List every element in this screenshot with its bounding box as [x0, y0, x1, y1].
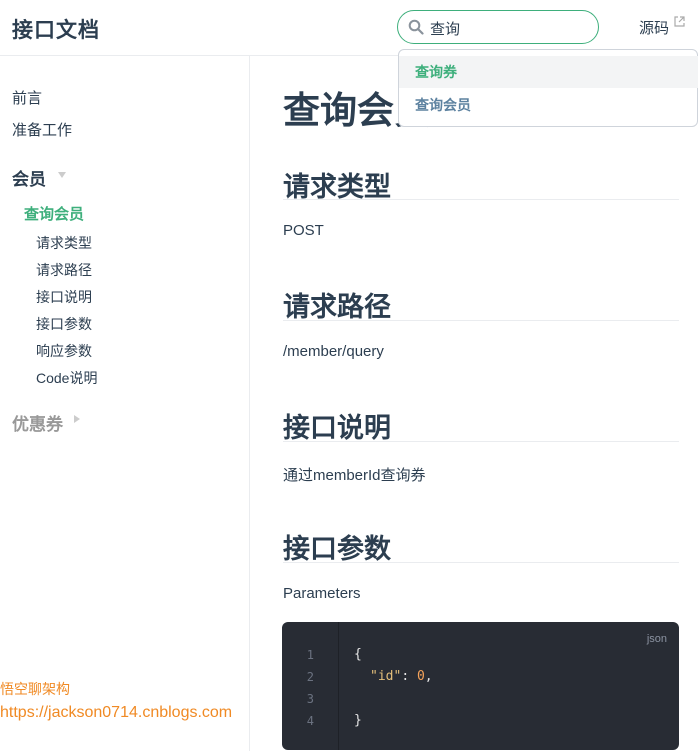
sidebar-item-preparation[interactable]: 准备工作: [12, 119, 72, 140]
code-token: {: [354, 647, 362, 662]
code-line: "id": 0,: [370, 669, 433, 684]
code-token-key: "id": [370, 669, 402, 684]
sidebar-group-member[interactable]: 会员: [12, 165, 46, 190]
sidebar-subitem-code[interactable]: Code说明: [36, 368, 97, 388]
section-text: /member/query: [283, 343, 384, 360]
line-number: 1: [306, 648, 314, 662]
section-text: 通过memberId查询券: [283, 467, 426, 484]
code-token-number: 0: [416, 669, 425, 684]
search-icon: [408, 19, 424, 35]
code-language-label: json: [646, 633, 667, 645]
section-text: Parameters: [283, 585, 361, 602]
search-input[interactable]: [430, 17, 590, 39]
watermark-author: 悟空聊架构: [0, 681, 70, 697]
site-name[interactable]: 接口文档: [12, 14, 100, 44]
suggestion-item[interactable]: 查询券: [399, 56, 698, 88]
navbar: 接口文档 源码: [0, 0, 698, 56]
code-line: }: [354, 713, 362, 728]
sidebar-subitem-request-type[interactable]: 请求类型: [36, 233, 92, 253]
divider: [283, 199, 679, 200]
divider: [283, 320, 679, 321]
sidebar: 前言 准备工作 会员 查询会员 请求类型 请求路径 接口说明 接口参数 响应参数…: [0, 56, 250, 751]
sidebar-group-coupon[interactable]: 优惠券: [12, 410, 63, 435]
sidebar-subitem-request-path[interactable]: 请求路径: [36, 260, 92, 280]
watermark-url: https://jackson0714.cnblogs.com: [0, 704, 233, 721]
code-line: {: [354, 647, 362, 662]
search-box[interactable]: [397, 10, 599, 44]
chevron-down-icon: [58, 172, 66, 178]
sidebar-item-preface[interactable]: 前言: [12, 87, 42, 108]
sidebar-item-query-member[interactable]: 查询会员: [24, 203, 84, 224]
code-token: ,: [424, 669, 433, 684]
search-suggestions: 查询券 查询会员: [398, 49, 698, 127]
code-token: }: [354, 713, 362, 728]
section-heading: 请求路径: [283, 292, 391, 322]
chevron-right-icon: [74, 415, 80, 423]
code-block: 1 2 3 4 json { "id": 0, }: [282, 622, 679, 750]
section-text: POST: [283, 222, 324, 239]
external-link-icon: [674, 16, 685, 27]
section-heading: 接口参数: [283, 534, 391, 564]
line-number: 2: [306, 670, 314, 684]
sidebar-subitem-response[interactable]: 响应参数: [36, 341, 92, 361]
source-link[interactable]: 源码: [639, 17, 669, 38]
line-number: 4: [306, 714, 314, 728]
sidebar-subitem-description[interactable]: 接口说明: [36, 287, 92, 307]
line-number-gutter: 1 2 3 4: [282, 622, 339, 750]
sidebar-subitem-params[interactable]: 接口参数: [36, 314, 92, 334]
suggestion-item[interactable]: 查询会员: [399, 89, 698, 121]
divider: [283, 562, 679, 563]
divider: [283, 441, 679, 442]
line-number: 3: [306, 692, 314, 706]
code-token: :: [401, 669, 417, 684]
section-heading: 接口说明: [283, 413, 391, 443]
